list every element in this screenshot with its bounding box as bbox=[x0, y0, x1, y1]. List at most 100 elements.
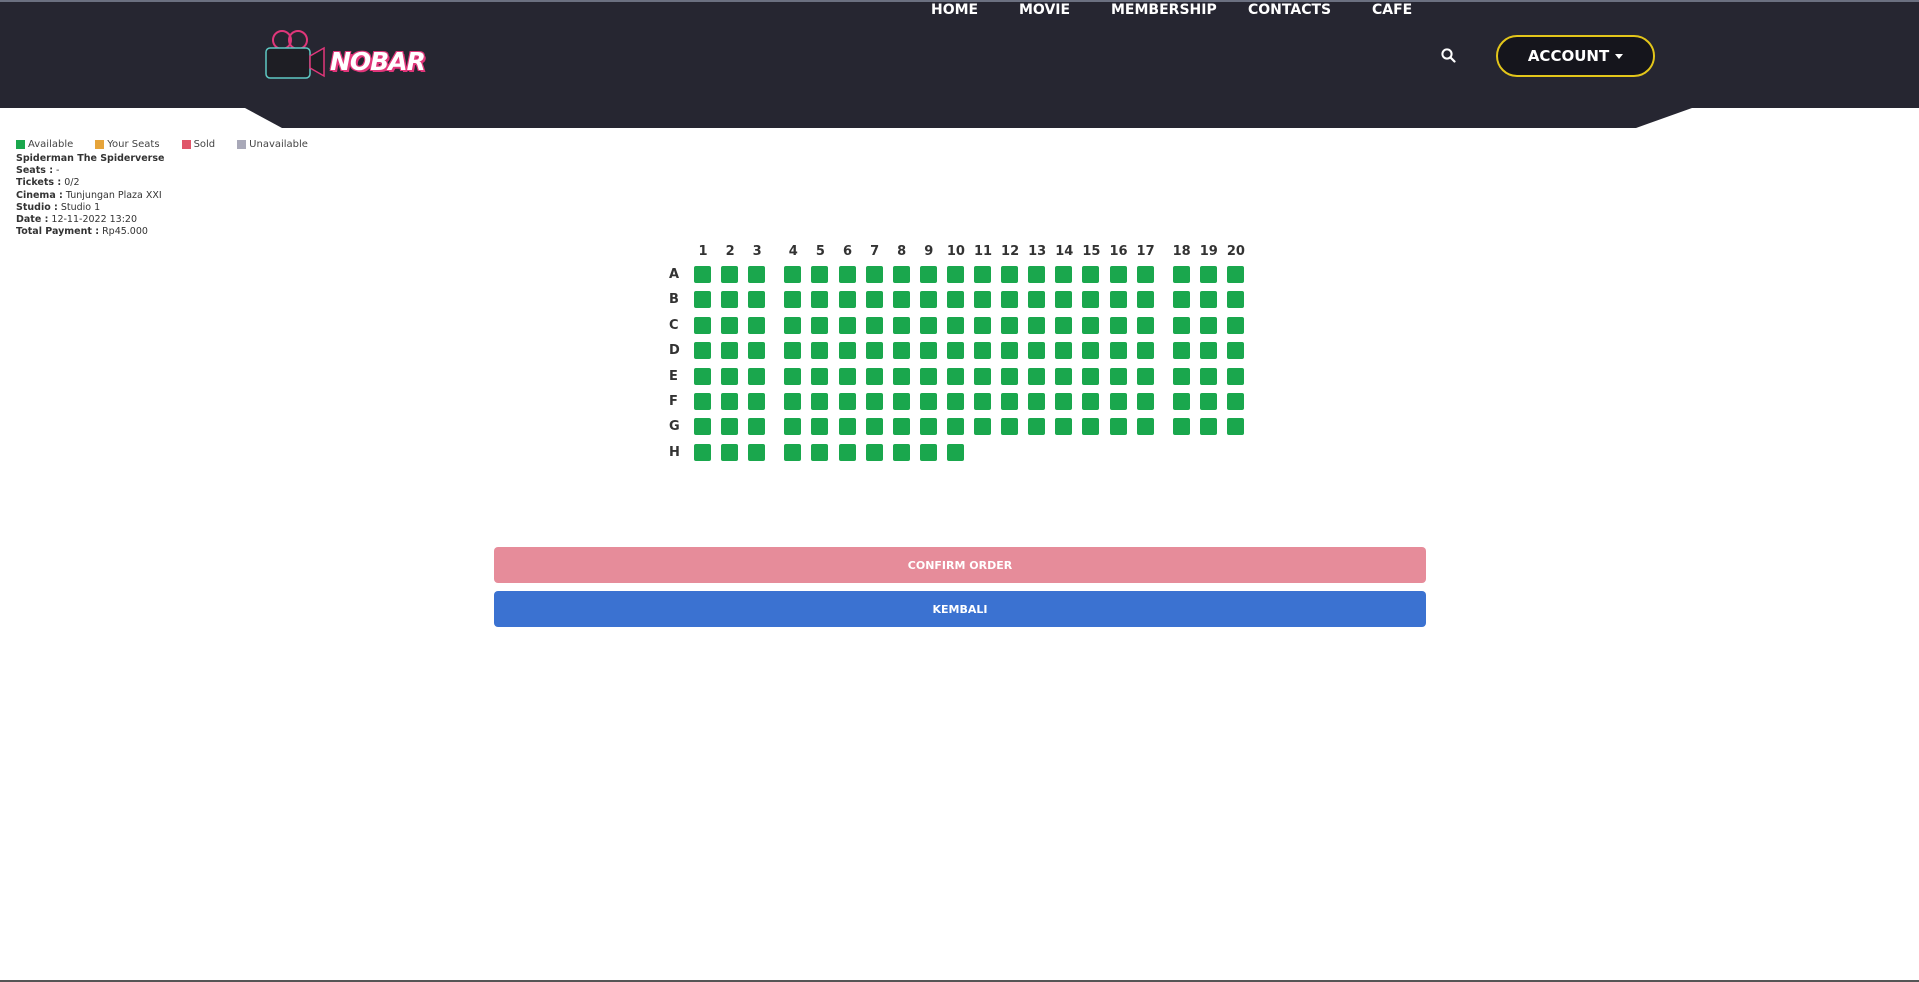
seat-F12[interactable] bbox=[1001, 393, 1019, 410]
seat-H9[interactable] bbox=[919, 443, 937, 461]
seat-A5[interactable] bbox=[811, 266, 829, 283]
seat-D10[interactable] bbox=[946, 342, 964, 360]
seat-A6[interactable] bbox=[838, 266, 856, 283]
seat-E9[interactable] bbox=[919, 367, 937, 385]
seat-B11[interactable] bbox=[974, 291, 991, 309]
seat-G16[interactable] bbox=[1109, 418, 1127, 436]
seat-F20[interactable] bbox=[1226, 393, 1244, 410]
seat-B16[interactable] bbox=[1109, 291, 1127, 309]
seat-C6[interactable] bbox=[838, 316, 856, 334]
seat-C2[interactable] bbox=[721, 316, 739, 334]
seat-F5[interactable] bbox=[811, 393, 829, 410]
seat-G1[interactable] bbox=[694, 418, 711, 436]
seat-C11[interactable] bbox=[974, 316, 991, 334]
seat-B17[interactable] bbox=[1136, 291, 1154, 309]
seat-D1[interactable] bbox=[694, 342, 711, 360]
seat-C14[interactable] bbox=[1055, 316, 1073, 334]
seat-E19[interactable] bbox=[1199, 367, 1217, 385]
seat-A1[interactable] bbox=[694, 266, 711, 283]
seat-F17[interactable] bbox=[1136, 393, 1154, 410]
seat-B18[interactable] bbox=[1172, 291, 1190, 309]
seat-A17[interactable] bbox=[1136, 266, 1154, 283]
seat-B14[interactable] bbox=[1055, 291, 1073, 309]
seat-A2[interactable] bbox=[721, 266, 739, 283]
seat-A19[interactable] bbox=[1199, 266, 1217, 283]
seat-E18[interactable] bbox=[1172, 367, 1190, 385]
seat-H5[interactable] bbox=[811, 443, 829, 461]
seat-F11[interactable] bbox=[974, 393, 991, 410]
seat-G18[interactable] bbox=[1172, 418, 1190, 436]
seat-G4[interactable] bbox=[784, 418, 802, 436]
seat-G17[interactable] bbox=[1136, 418, 1154, 436]
seat-D11[interactable] bbox=[974, 342, 991, 360]
seat-G12[interactable] bbox=[1001, 418, 1019, 436]
seat-F6[interactable] bbox=[838, 393, 856, 410]
seat-E10[interactable] bbox=[946, 367, 964, 385]
seat-A16[interactable] bbox=[1109, 266, 1127, 283]
seat-A20[interactable] bbox=[1226, 266, 1244, 283]
seat-C3[interactable] bbox=[748, 316, 766, 334]
seat-G3[interactable] bbox=[748, 418, 766, 436]
seat-E12[interactable] bbox=[1001, 367, 1019, 385]
seat-E5[interactable] bbox=[811, 367, 829, 385]
seat-D2[interactable] bbox=[721, 342, 739, 360]
seat-G5[interactable] bbox=[811, 418, 829, 436]
seat-G19[interactable] bbox=[1199, 418, 1217, 436]
seat-F4[interactable] bbox=[784, 393, 802, 410]
account-dropdown-button[interactable]: ACCOUNT bbox=[1496, 35, 1655, 77]
seat-B2[interactable] bbox=[721, 291, 739, 309]
seat-E16[interactable] bbox=[1109, 367, 1127, 385]
seat-H1[interactable] bbox=[694, 443, 711, 461]
seat-C18[interactable] bbox=[1172, 316, 1190, 334]
seat-G9[interactable] bbox=[919, 418, 937, 436]
seat-B10[interactable] bbox=[946, 291, 964, 309]
seat-C15[interactable] bbox=[1082, 316, 1100, 334]
seat-F7[interactable] bbox=[865, 393, 883, 410]
seat-F15[interactable] bbox=[1082, 393, 1100, 410]
seat-F13[interactable] bbox=[1028, 393, 1046, 410]
seat-D15[interactable] bbox=[1082, 342, 1100, 360]
seat-C20[interactable] bbox=[1226, 316, 1244, 334]
nav-cafe[interactable]: CAFE bbox=[1372, 2, 1412, 18]
seat-A7[interactable] bbox=[865, 266, 883, 283]
logo[interactable]: NOBAR bbox=[260, 28, 430, 88]
seat-E2[interactable] bbox=[721, 367, 739, 385]
nav-membership[interactable]: MEMBERSHIP bbox=[1111, 2, 1217, 18]
seat-C13[interactable] bbox=[1028, 316, 1046, 334]
back-button[interactable]: KEMBALI bbox=[494, 591, 1426, 627]
seat-D9[interactable] bbox=[919, 342, 937, 360]
seat-A11[interactable] bbox=[974, 266, 991, 283]
nav-movie[interactable]: MOVIE bbox=[1019, 2, 1070, 18]
seat-D12[interactable] bbox=[1001, 342, 1019, 360]
seat-G11[interactable] bbox=[974, 418, 991, 436]
seat-E13[interactable] bbox=[1028, 367, 1046, 385]
seat-A3[interactable] bbox=[748, 266, 766, 283]
seat-B9[interactable] bbox=[919, 291, 937, 309]
seat-F16[interactable] bbox=[1109, 393, 1127, 410]
seat-B15[interactable] bbox=[1082, 291, 1100, 309]
seat-E17[interactable] bbox=[1136, 367, 1154, 385]
seat-F14[interactable] bbox=[1055, 393, 1073, 410]
seat-A12[interactable] bbox=[1001, 266, 1019, 283]
seat-G2[interactable] bbox=[721, 418, 739, 436]
seat-F18[interactable] bbox=[1172, 393, 1190, 410]
seat-D13[interactable] bbox=[1028, 342, 1046, 360]
seat-B19[interactable] bbox=[1199, 291, 1217, 309]
seat-E15[interactable] bbox=[1082, 367, 1100, 385]
seat-G7[interactable] bbox=[865, 418, 883, 436]
seat-E8[interactable] bbox=[892, 367, 910, 385]
seat-G15[interactable] bbox=[1082, 418, 1100, 436]
seat-G6[interactable] bbox=[838, 418, 856, 436]
seat-E1[interactable] bbox=[694, 367, 711, 385]
seat-H3[interactable] bbox=[748, 443, 766, 461]
seat-D3[interactable] bbox=[748, 342, 766, 360]
seat-C7[interactable] bbox=[865, 316, 883, 334]
seat-B8[interactable] bbox=[892, 291, 910, 309]
seat-B1[interactable] bbox=[694, 291, 711, 309]
seat-F19[interactable] bbox=[1199, 393, 1217, 410]
seat-F9[interactable] bbox=[919, 393, 937, 410]
seat-C17[interactable] bbox=[1136, 316, 1154, 334]
seat-F2[interactable] bbox=[721, 393, 739, 410]
seat-H8[interactable] bbox=[892, 443, 910, 461]
seat-C10[interactable] bbox=[946, 316, 964, 334]
